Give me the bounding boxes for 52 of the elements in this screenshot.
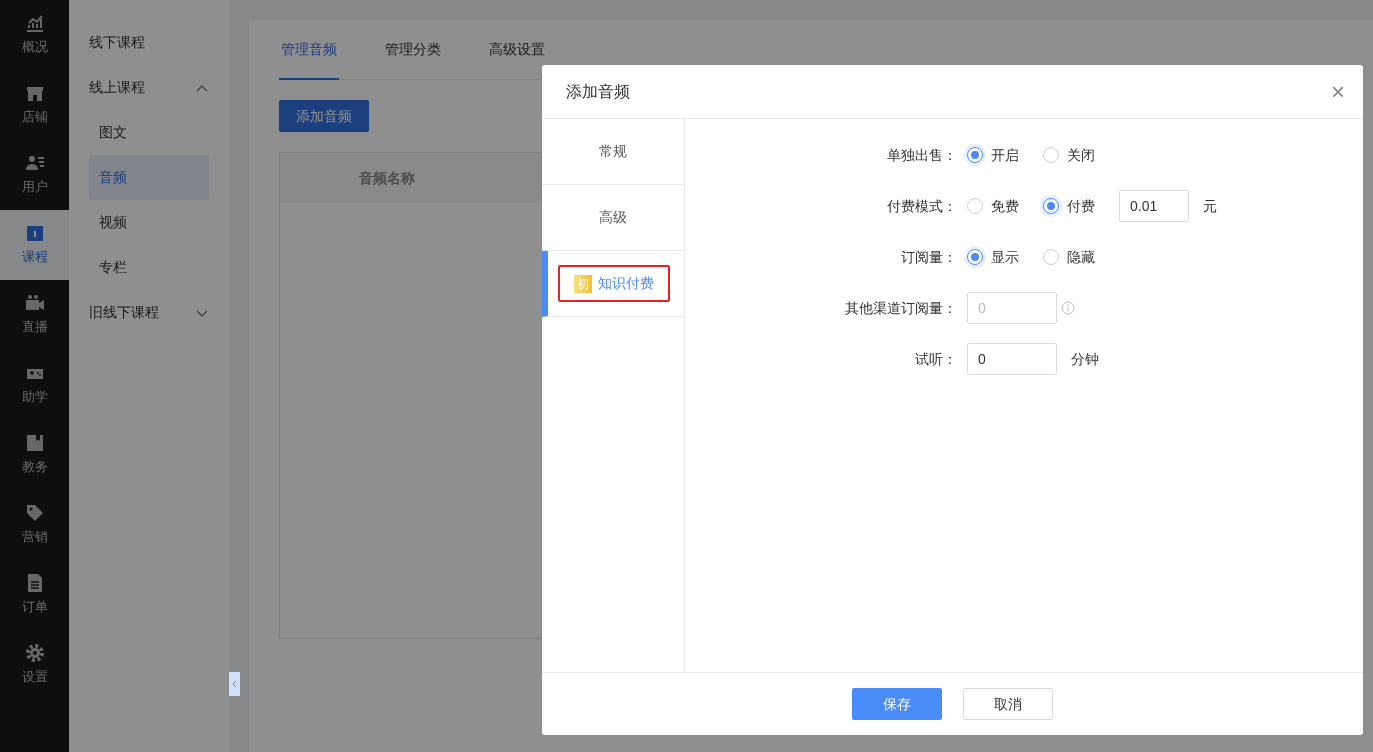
nav-item[interactable]: 概况 [0,0,69,70]
radio-option[interactable]: 关闭 [1043,144,1095,166]
collapse-handle[interactable] [229,672,240,696]
menu-item[interactable]: 线上课程 [89,65,209,110]
nav-item[interactable]: 课程 [0,210,69,280]
chevron-left-icon [232,680,237,688]
cancel-button[interactable]: 取消 [963,688,1053,720]
tab[interactable]: 初 知识付费 [558,265,670,302]
badge-icon: 初 [574,274,592,293]
tab[interactable]: 常规 [583,133,643,170]
tab[interactable]: 高级设置 [487,20,547,80]
menu-item[interactable]: 专栏 [89,245,209,290]
field-label: 单独出售： [886,145,958,165]
chart-icon [24,13,45,34]
unit-label: 元 [1203,196,1217,216]
radio-option[interactable]: 显示 [967,246,1019,268]
book-icon [24,223,45,244]
nav-item[interactable]: 营销 [0,490,69,560]
menu-item[interactable]: 线下课程 [89,20,209,65]
menu-item[interactable]: 旧线下课程 [89,290,209,335]
menu-item[interactable]: 视频 [89,200,209,245]
field-label: 付费模式： [886,196,958,216]
nav-item[interactable]: 助学 [0,350,69,420]
field-label: 订阅量： [900,247,958,267]
settings-icon [24,643,45,664]
menu-item[interactable]: 图文 [89,110,209,155]
radio-option[interactable]: 付费 [1043,195,1095,217]
tab[interactable]: 高级 [583,199,643,236]
input-field[interactable]: 0 [967,343,1057,375]
nav-item[interactable]: 店铺 [0,70,69,140]
close-button[interactable]: × [1331,79,1345,104]
field-label: 其他渠道订阅量： [844,298,958,318]
field-label: 试听： [914,349,958,369]
nav-item[interactable]: 用户 [0,140,69,210]
tab[interactable]: 管理音频 [279,20,339,80]
radio-option[interactable]: 开启 [967,144,1019,166]
column-header: 音频名称 [359,168,415,188]
save-button[interactable]: 保存 [852,688,942,720]
tag-icon [24,503,45,524]
menu-item[interactable]: 音频 [89,155,209,200]
add-audio-button[interactable]: 添加音频 [279,100,369,132]
nav-item[interactable]: 直播 [0,280,69,350]
dialog-title: 添加音频 [566,81,630,102]
radio-option[interactable]: 隐藏 [1043,246,1095,268]
unit-label: 分钟 [1071,349,1099,369]
tab[interactable]: 管理分类 [383,20,443,80]
book-mark-icon [24,433,45,454]
input-field[interactable]: 0.01 [1119,190,1189,222]
nav-item[interactable]: 设置 [0,630,69,700]
radio-option[interactable]: 免费 [967,195,1019,217]
nav-item[interactable]: 教务 [0,420,69,490]
nav-item[interactable]: 订单 [0,560,69,630]
